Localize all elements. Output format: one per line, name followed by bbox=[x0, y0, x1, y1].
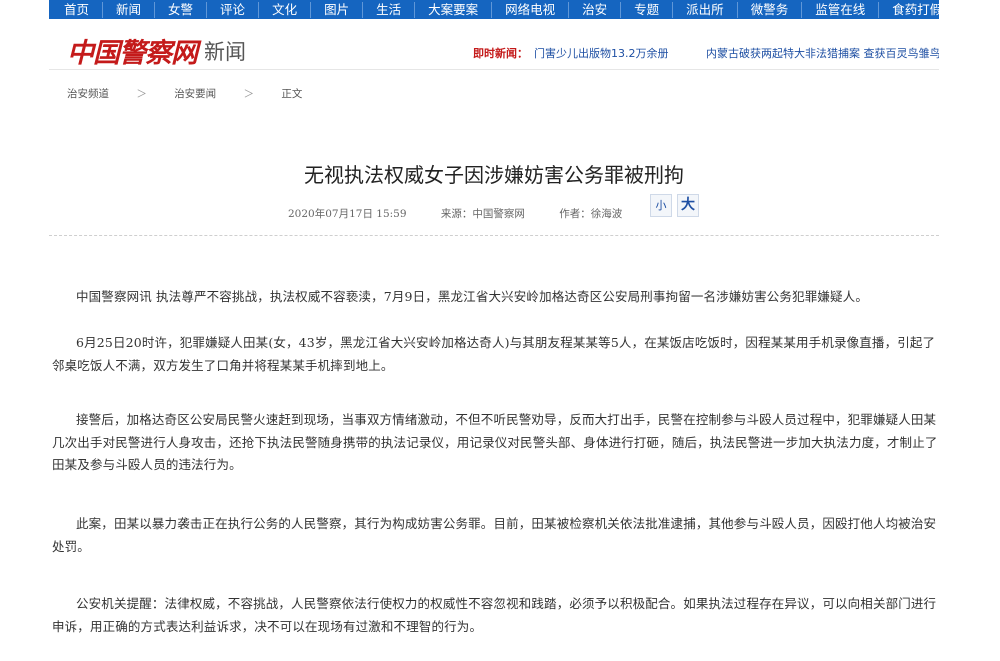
ticker-item[interactable]: 门害少儿出版物13.2万余册 bbox=[534, 47, 669, 60]
breadcrumb-channel[interactable]: 治安频道 bbox=[67, 88, 109, 100]
breadcrumb-current: 正文 bbox=[281, 88, 303, 100]
article-paragraph: 6月25日20时许，犯罪嫌疑人田某(女，43岁，黑龙江省大兴安岭加格达奇人)与其… bbox=[52, 335, 936, 373]
article-paragraph: 中国警察网讯 执法尊严不容挑战，执法权威不容亵渎，7月9日，黑龙江省大兴安岭加格… bbox=[76, 289, 868, 304]
nav-web-tv[interactable]: 网络电视 bbox=[492, 1, 570, 18]
flash-news-label: 即时新闻： bbox=[473, 47, 528, 60]
article-source: 来源：中国警察网 bbox=[440, 208, 525, 220]
news-ticker: 门害少儿出版物13.2万余册 内蒙古破获两起特大非法猎捕案 查获百灵鸟雏鸟逾4 bbox=[534, 45, 939, 60]
breadcrumb-separator: ＞ bbox=[243, 88, 255, 100]
font-size-small-button[interactable]: 小 bbox=[650, 194, 672, 217]
nav-culture[interactable]: 文化 bbox=[259, 1, 312, 18]
section-title: 新闻 bbox=[204, 40, 246, 64]
nav-home[interactable]: 首页 bbox=[49, 1, 104, 18]
article-paragraph: 公安机关提醒：法律权威，不容挑战，人民警察依法行使权力的权威性不容忽视和践踏，必… bbox=[52, 596, 937, 634]
nav-public-security[interactable]: 治安 bbox=[569, 1, 622, 18]
article-author: 作者：徐海波 bbox=[559, 208, 623, 220]
nav-policewomen[interactable]: 女警 bbox=[155, 1, 208, 18]
article-title: 无视执法权威女子因涉嫌妨害公务罪被刑拘 bbox=[304, 163, 684, 187]
breadcrumb-separator: ＞ bbox=[136, 88, 147, 100]
nav-police-station[interactable]: 派出所 bbox=[673, 1, 738, 18]
site-logo[interactable]: 中国警察网 bbox=[67, 31, 198, 70]
article-paragraph: 接警后，加格达奇区公安局民警火速赶到现场，当事双方情绪激动，不但不听民警劝导，反… bbox=[52, 412, 938, 472]
nav-food-drug-anti-fake[interactable]: 食药打假 bbox=[879, 2, 939, 18]
article-paragraph: 此案，田某以暴力袭击正在执行公务的人民警察，其行为构成妨害公务罪。目前，田某被检… bbox=[52, 516, 937, 554]
nav-news[interactable]: 新闻 bbox=[103, 1, 156, 18]
breadcrumb: 治安频道 ＞ 治安要闻 ＞ 正文 bbox=[67, 86, 302, 101]
publish-date: 2020年07月17日 15:59 bbox=[288, 208, 407, 220]
nav-micro-policing[interactable]: 微警务 bbox=[738, 1, 803, 18]
font-size-large-button[interactable]: 大 bbox=[677, 194, 699, 217]
article-meta: 2020年07月17日 15:59 来源：中国警察网 作者：徐海波 bbox=[288, 206, 653, 221]
nav-topics[interactable]: 专题 bbox=[621, 1, 674, 18]
nav-commentary[interactable]: 评论 bbox=[207, 1, 260, 18]
site-header: 中国警察网 新闻 即时新闻： 门害少儿出版物13.2万余册 内蒙古破获两起特大非… bbox=[49, 27, 939, 70]
breadcrumb-section[interactable]: 治安要闻 bbox=[174, 88, 216, 100]
divider bbox=[49, 235, 939, 236]
ticker-item[interactable]: 内蒙古破获两起特大非法猎捕案 查获百灵鸟雏鸟逾4 bbox=[706, 47, 939, 60]
nav-pictures[interactable]: 图片 bbox=[311, 1, 364, 18]
nav-life[interactable]: 生活 bbox=[363, 1, 416, 18]
top-navigation: 首页 新闻 女警 评论 文化 图片 生活 大案要案 网络电视 治安 专题 派出所… bbox=[49, 0, 939, 19]
nav-supervision-online[interactable]: 监管在线 bbox=[802, 1, 880, 18]
nav-major-cases[interactable]: 大案要案 bbox=[415, 1, 493, 18]
